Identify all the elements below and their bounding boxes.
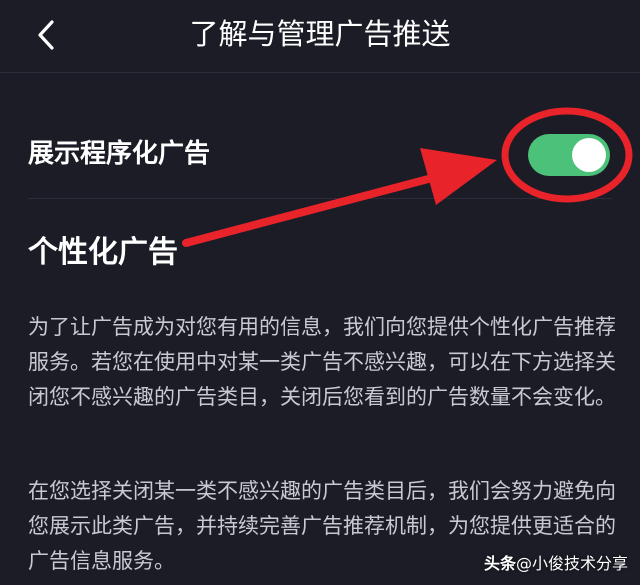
watermark: 头条@小俊技术分享 [484, 553, 628, 575]
section-title: 个性化广告 [28, 235, 178, 270]
watermark-brand: 头条 [483, 554, 516, 573]
header-bar: 了解与管理广告推送 [0, 0, 640, 73]
description-paragraph-1: 为了让广告成为对您有用的信息，我们向您提供个性化广告推荐服务。若您在使用中对某一… [28, 315, 616, 409]
toggle-knob [572, 138, 606, 172]
setting-row-programmatic-ads: 展示程序化广告 [28, 112, 612, 199]
setting-label: 展示程序化广告 [28, 139, 211, 169]
watermark-account: @小俊技术分享 [515, 554, 628, 573]
programmatic-ads-toggle[interactable] [528, 134, 610, 176]
page-title: 了解与管理广告推送 [189, 17, 451, 51]
